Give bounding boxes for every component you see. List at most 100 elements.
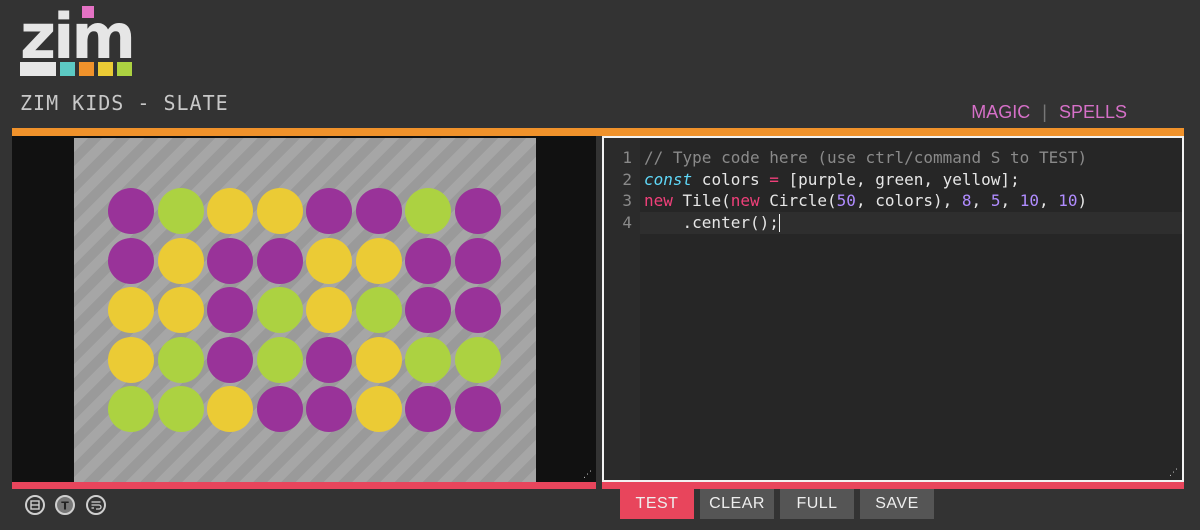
code-line: new Tile(new Circle(50, colors), 8, 5, 1…	[644, 191, 1087, 210]
word-wrap-icon[interactable]	[86, 495, 106, 515]
tile-circle-yellow	[157, 237, 204, 284]
tile-circle-yellow	[306, 237, 352, 284]
top-accent-bar	[12, 128, 1184, 136]
logo-bar-green	[117, 62, 132, 76]
line-number: 4	[622, 212, 632, 232]
line-number-gutter: 1 2 3 4	[604, 138, 640, 480]
tile-circle-purple	[454, 386, 501, 432]
code-token: 8	[961, 191, 972, 210]
test-button[interactable]: TEST	[620, 489, 694, 519]
tile-circle-purple	[108, 237, 154, 284]
app-root: zim ZIM KIDS - SLATE MAGIC | SPELLS ⋰ 1 2 3 4…	[0, 0, 1200, 530]
zim-logo[interactable]: zim	[20, 0, 136, 76]
code-token: 50	[836, 191, 856, 210]
tile-circle-yellow	[355, 237, 402, 284]
tile-circle-purple	[108, 188, 154, 234]
tile-circle-purple	[454, 237, 501, 284]
tile-circle-purple	[405, 386, 451, 432]
spells-link[interactable]: SPELLS	[1059, 102, 1127, 122]
code-token: Tile(	[672, 191, 731, 210]
tile-circle-green	[157, 336, 204, 383]
tile-circle-purple	[306, 188, 352, 234]
tile-circle-purple	[207, 237, 253, 284]
tile-circle-yellow	[306, 287, 352, 333]
tile-circle-purple	[355, 188, 402, 234]
svg-text:T: T	[61, 500, 69, 513]
code-line: // Type code here (use ctrl/command S to…	[644, 148, 1087, 167]
tile-circle-yellow	[207, 386, 253, 432]
magic-link[interactable]: MAGIC	[971, 102, 1030, 122]
tile-circle-green	[405, 336, 451, 383]
tile-circle-purple	[454, 188, 501, 234]
code-token: // Type code here (use ctrl/command S to…	[644, 148, 1088, 167]
code-token: ,	[1000, 191, 1020, 210]
code-line: const colors = [purple, green, yellow];	[644, 170, 1020, 189]
tile-circle-green	[157, 386, 204, 432]
code-token: 5	[990, 191, 1001, 210]
tile-circle-purple	[207, 336, 253, 383]
tile-circle-green	[256, 287, 303, 333]
logo-bar-white	[20, 62, 56, 76]
tile-circle-yellow	[207, 188, 253, 234]
tile-circle-purple	[405, 287, 451, 333]
logo-bar-yellow	[98, 62, 113, 76]
code-token: )	[1077, 191, 1088, 210]
tile-circle-yellow	[108, 336, 154, 383]
clear-button[interactable]: CLEAR	[700, 489, 774, 519]
tile-circle-yellow	[355, 386, 402, 432]
code-token: new	[730, 191, 760, 210]
code-token: Circle(	[759, 191, 837, 210]
logo-bar-orange	[79, 62, 94, 76]
code-token: [purple, green, yellow];	[778, 169, 1020, 189]
top-links: MAGIC | SPELLS	[971, 102, 1127, 123]
tile-circle-yellow	[108, 287, 154, 333]
tile-circle-green	[355, 287, 402, 333]
tile-circle-green	[108, 386, 154, 432]
code-token: ,	[971, 191, 991, 210]
tile-circle-green	[454, 336, 501, 383]
tile-circle-purple	[256, 386, 303, 432]
code-token: 10	[1019, 191, 1039, 210]
stage-resize-grip-icon[interactable]: ⋰	[583, 470, 593, 480]
app-title: ZIM KIDS - SLATE	[20, 91, 229, 115]
full-button[interactable]: FULL	[780, 489, 854, 519]
tile-circle-yellow	[355, 336, 402, 383]
code-token: , colors),	[855, 191, 962, 210]
text-cursor	[778, 214, 780, 232]
code-line: .center();	[644, 212, 780, 232]
split-view-icon[interactable]	[25, 495, 45, 515]
logo-dot	[82, 6, 94, 18]
code-token: .center();	[644, 212, 779, 232]
link-separator: |	[1042, 102, 1047, 122]
line-number: 3	[622, 191, 632, 210]
stage-panel[interactable]: ⋰	[12, 136, 596, 482]
tile-circle-purple	[306, 336, 352, 383]
tile-circle-purple	[306, 386, 352, 432]
code-token: new	[644, 191, 673, 210]
tile-circle-green	[157, 188, 204, 234]
code-token: 10	[1058, 191, 1078, 210]
tile-circle-yellow	[256, 188, 303, 234]
stage-canvas[interactable]	[74, 138, 536, 482]
stage-bottom-bar	[12, 482, 596, 489]
save-button[interactable]: SAVE	[860, 489, 934, 519]
line-number: 1	[622, 148, 632, 167]
tile-circle-green	[256, 336, 303, 383]
text-size-icon[interactable]: T	[55, 495, 75, 515]
line-number: 2	[622, 169, 632, 189]
code-editor[interactable]: 1 2 3 4 // Type code here (use ctrl/command…	[602, 136, 1184, 482]
editor-resize-grip-icon[interactable]: ⋰	[1169, 468, 1179, 478]
tile-circle-yellow	[157, 287, 204, 333]
code-token: ,	[1038, 191, 1059, 210]
tile-circle-purple	[256, 237, 303, 284]
code-token: =	[769, 169, 779, 189]
code-token: const	[644, 169, 693, 189]
tile-circle-purple	[454, 287, 501, 333]
editor-bottom-bar	[602, 482, 1184, 489]
tile-circle-purple	[207, 287, 253, 333]
tile-circle-green	[405, 188, 451, 234]
code-token: colors	[692, 169, 770, 189]
logo-wordmark: zim	[20, 0, 136, 73]
logo-bar-teal	[60, 62, 75, 76]
tile-circle-purple	[405, 237, 451, 284]
